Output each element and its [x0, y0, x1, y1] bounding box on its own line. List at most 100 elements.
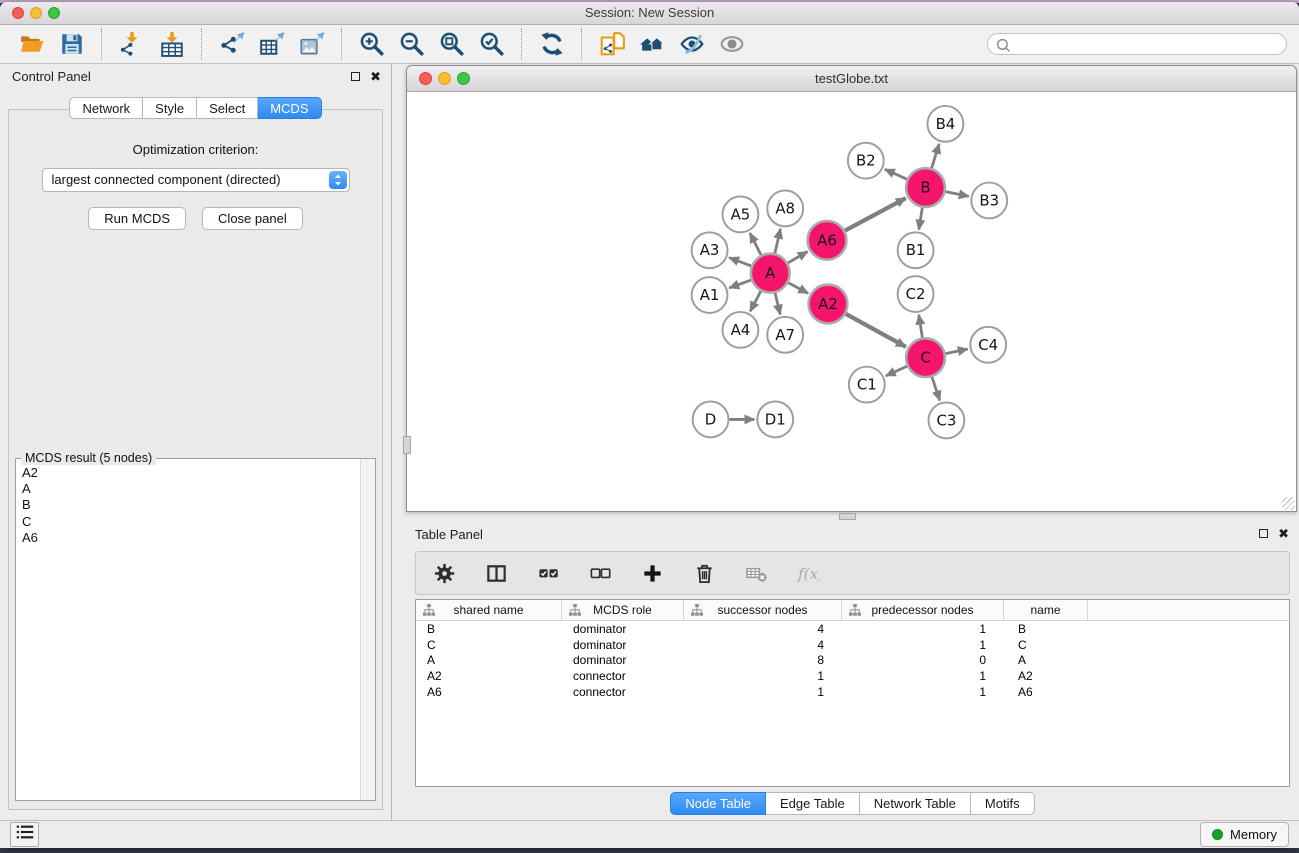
zoom-selected-icon[interactable] — [477, 29, 507, 59]
network-close-button[interactable] — [419, 72, 432, 85]
graph-node-A1[interactable]: A1 — [692, 277, 728, 313]
table-tab-edge-table[interactable]: Edge Table — [766, 792, 860, 815]
mcds-panel: Optimization criterion: largest connecte… — [8, 109, 383, 810]
minimize-window-button[interactable] — [30, 7, 42, 19]
tab-network[interactable]: Network — [69, 97, 143, 119]
add-icon[interactable] — [640, 561, 664, 585]
mcds-result-item[interactable]: A — [22, 481, 355, 497]
graph-node-C4[interactable]: C4 — [970, 327, 1006, 363]
graph-node-A7[interactable]: A7 — [767, 317, 803, 353]
function-icon[interactable]: f(x) — [796, 561, 820, 585]
table-tab-network-table[interactable]: Network Table — [860, 792, 971, 815]
main-toolbar — [0, 25, 1299, 64]
close-table-panel-icon[interactable]: ✖ — [1278, 527, 1289, 540]
graph-node-C1[interactable]: C1 — [849, 367, 885, 403]
zoom-fit-icon[interactable] — [437, 29, 467, 59]
float-panel-icon[interactable] — [351, 72, 360, 81]
column-header-successor-nodes[interactable]: successor nodes — [684, 600, 842, 620]
destroy-table-icon[interactable] — [744, 561, 768, 585]
close-panel-button[interactable]: Close panel — [202, 207, 303, 230]
graph-node-A6[interactable]: A6 — [808, 221, 847, 260]
mcds-result-item[interactable]: C — [22, 514, 355, 530]
mcds-result-item[interactable]: A6 — [22, 530, 355, 546]
graph-node-C2[interactable]: C2 — [898, 276, 934, 312]
column-header-predecessor-nodes[interactable]: predecessor nodes — [842, 600, 1004, 620]
show-panel-icon[interactable] — [717, 29, 747, 59]
export-table-icon[interactable] — [257, 29, 287, 59]
open-folder-icon[interactable] — [17, 29, 47, 59]
network-canvas[interactable]: B4 B2 B B3 A8A5 A6 A3 B1 A A1 C2 A2 A4A7 C4 C C1 C3 D D1 — [408, 92, 1295, 510]
close-panel-icon[interactable]: ✖ — [370, 70, 381, 83]
table-tab-node-table[interactable]: Node Table — [670, 792, 766, 815]
hide-panel-icon[interactable] — [677, 29, 707, 59]
table-row[interactable]: Adominator80A — [416, 653, 1289, 669]
graph-node-A4[interactable]: A4 — [722, 312, 758, 348]
graph-node-B1[interactable]: B1 — [898, 232, 934, 268]
close-window-button[interactable] — [12, 7, 24, 19]
resize-grip[interactable] — [1282, 497, 1295, 510]
graph-node-A2[interactable]: A2 — [809, 285, 848, 324]
duplicate-network-icon[interactable] — [597, 29, 627, 59]
import-table-icon[interactable] — [157, 29, 187, 59]
export-network-icon[interactable] — [217, 29, 247, 59]
network-minimize-button[interactable] — [438, 72, 451, 85]
toolbar-separator — [201, 28, 203, 60]
network-view-window: testGlobe.txt B4B2BB3A8A5A6A3B1AA1C2A2A4… — [406, 65, 1297, 512]
graph-node-B4[interactable]: B4 — [928, 106, 964, 142]
graph-node-D[interactable]: D — [693, 402, 729, 438]
tab-style[interactable]: Style — [143, 97, 197, 119]
table-cell: A2 — [416, 669, 562, 683]
tab-mcds[interactable]: MCDS — [258, 97, 321, 119]
mcds-result-item[interactable]: A2 — [22, 465, 355, 481]
zoom-window-button[interactable] — [48, 7, 60, 19]
table-row[interactable]: A2connector11A2 — [416, 668, 1289, 684]
svg-text:C: C — [920, 349, 930, 367]
select-all-icon[interactable] — [536, 561, 560, 585]
table-cell: 1 — [842, 685, 1004, 699]
home-icon[interactable] — [637, 29, 667, 59]
tab-select[interactable]: Select — [197, 97, 258, 119]
export-image-icon[interactable] — [297, 29, 327, 59]
result-scrollbar[interactable] — [360, 459, 375, 800]
column-header-shared-name[interactable]: shared name — [416, 600, 562, 620]
gear-icon[interactable] — [432, 561, 456, 585]
zoom-out-icon[interactable] — [397, 29, 427, 59]
graph-node-D1[interactable]: D1 — [757, 402, 793, 438]
criterion-dropdown[interactable]: largest connected component (directed) — [42, 168, 350, 192]
search-input[interactable] — [987, 33, 1287, 55]
table-cell: A — [1004, 653, 1088, 667]
network-zoom-button[interactable] — [457, 72, 470, 85]
graph-node-C3[interactable]: C3 — [929, 403, 965, 439]
zoom-in-icon[interactable] — [357, 29, 387, 59]
mcds-result-box: MCDS result (5 nodes) A2ABCA6 — [15, 458, 376, 801]
graph-node-B3[interactable]: B3 — [971, 183, 1007, 219]
table-row[interactable]: A6connector11A6 — [416, 684, 1289, 700]
dropdown-stepper-icon — [329, 171, 347, 189]
show-panels-button[interactable] — [10, 822, 39, 847]
columns-icon[interactable] — [484, 561, 508, 585]
deselect-all-icon[interactable] — [588, 561, 612, 585]
splitter-handle-bottom[interactable] — [839, 513, 856, 520]
graph-node-A[interactable]: A — [751, 254, 790, 293]
column-header-name[interactable]: name — [1004, 600, 1088, 620]
graph-node-A3[interactable]: A3 — [692, 232, 728, 268]
graph-node-B[interactable]: B — [906, 168, 945, 207]
graph-node-B2[interactable]: B2 — [848, 143, 884, 179]
delete-icon[interactable] — [692, 561, 716, 585]
import-network-icon[interactable] — [117, 29, 147, 59]
graph-node-C[interactable]: C — [906, 338, 945, 377]
table-panel-title: Table Panel — [406, 521, 1299, 548]
save-icon[interactable] — [57, 29, 87, 59]
run-mcds-button[interactable]: Run MCDS — [88, 207, 186, 230]
graph-node-A8[interactable]: A8 — [767, 191, 803, 227]
graph-node-A5[interactable]: A5 — [722, 197, 758, 233]
column-header-MCDS-role[interactable]: MCDS role — [562, 600, 684, 620]
refresh-icon[interactable] — [537, 29, 567, 59]
table-tab-motifs[interactable]: Motifs — [971, 792, 1035, 815]
memory-button[interactable]: Memory — [1200, 822, 1289, 847]
float-table-panel-icon[interactable] — [1259, 529, 1268, 538]
splitter-handle-left[interactable] — [403, 436, 411, 454]
mcds-result-item[interactable]: B — [22, 497, 355, 513]
table-row[interactable]: Bdominator41B — [416, 621, 1289, 637]
table-row[interactable]: Cdominator41C — [416, 637, 1289, 653]
